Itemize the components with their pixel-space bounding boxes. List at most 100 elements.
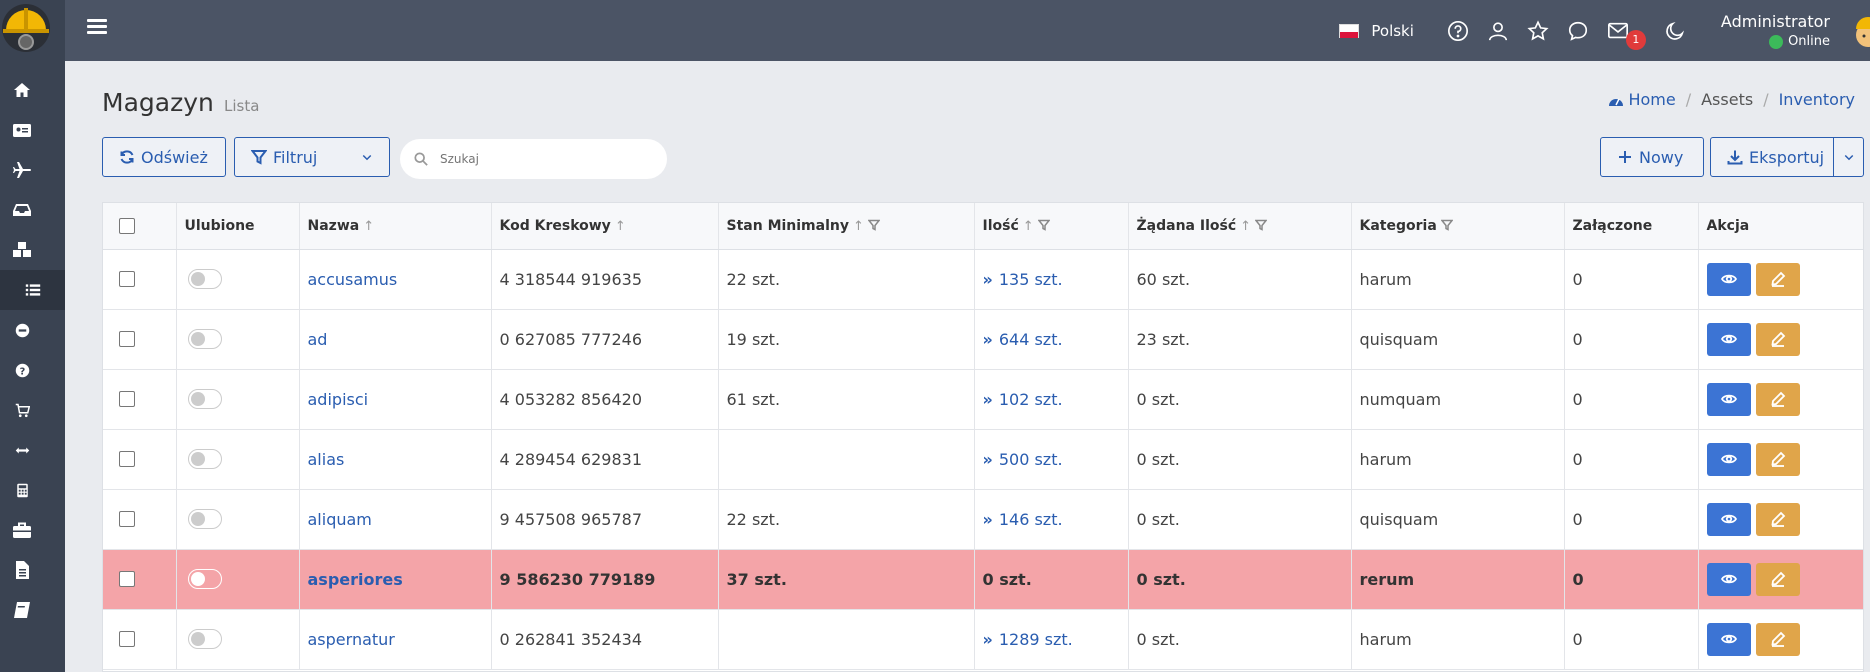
header-quantity[interactable]: Ilość ↑	[974, 203, 1129, 250]
header-min-stock[interactable]: Stan Minimalny ↑	[718, 203, 975, 250]
min-stock-cell: 61 szt.	[718, 369, 975, 430]
nav-arrows-h-icon[interactable]	[0, 430, 44, 470]
row-checkbox[interactable]	[119, 331, 135, 347]
favorite-toggle[interactable]	[187, 569, 222, 589]
view-button[interactable]	[1706, 382, 1751, 416]
nav-book-icon[interactable]	[0, 590, 44, 630]
favorite-toggle[interactable]	[187, 629, 222, 649]
nav-contacts-icon[interactable]	[0, 110, 44, 150]
select-all-checkbox[interactable]	[119, 217, 135, 234]
nav-inbox-icon[interactable]	[0, 190, 44, 230]
star-icon[interactable]	[1527, 19, 1549, 42]
favorite-toggle[interactable]	[187, 389, 222, 409]
app-logo[interactable]	[0, 0, 56, 56]
quantity-link[interactable]: » 1289 szt.	[983, 630, 1073, 649]
edit-button[interactable]	[1755, 562, 1800, 596]
refresh-button[interactable]: Odśwież	[102, 137, 226, 177]
new-button[interactable]: Nowy	[1600, 137, 1704, 177]
action-cell	[1698, 429, 1863, 490]
row-checkbox[interactable]	[119, 511, 135, 527]
sort-arrow-icon[interactable]: ↑	[363, 219, 374, 234]
quantity-link[interactable]: » 644 szt.	[983, 330, 1063, 349]
header-name[interactable]: Nazwa ↑	[299, 203, 492, 250]
nav-home-icon[interactable]	[0, 70, 44, 110]
nav-plane-icon[interactable]	[0, 150, 44, 190]
help-icon[interactable]	[1447, 20, 1469, 42]
quantity-link[interactable]: » 146 szt.	[983, 510, 1063, 529]
row-checkbox[interactable]	[119, 631, 135, 647]
edit-button[interactable]	[1755, 322, 1800, 356]
row-checkbox[interactable]	[119, 271, 135, 287]
action-cell	[1698, 249, 1863, 310]
mail-icon[interactable]: 1	[1607, 20, 1646, 50]
edit-button[interactable]	[1755, 262, 1800, 296]
row-checkbox[interactable]	[119, 571, 135, 587]
search-input[interactable]	[440, 152, 640, 166]
nav-question-icon[interactable]: ?	[0, 350, 44, 390]
export-button[interactable]: Eksportuj	[1710, 137, 1864, 177]
action-cell	[1698, 489, 1863, 550]
header-category[interactable]: Kategoria	[1351, 203, 1565, 250]
quantity-link[interactable]: » 500 szt.	[983, 450, 1063, 469]
view-button[interactable]	[1706, 442, 1751, 476]
header-barcode[interactable]: Kod Kreskowy ↑	[491, 203, 719, 250]
quantity-link[interactable]: » 135 szt.	[983, 270, 1063, 289]
row-checkbox[interactable]	[119, 391, 135, 407]
nav-calculator-icon[interactable]	[0, 470, 44, 510]
row-checkbox[interactable]	[119, 451, 135, 467]
breadcrumb-inventory[interactable]: Inventory	[1779, 90, 1855, 109]
edit-button[interactable]	[1755, 502, 1800, 536]
item-name-link[interactable]: alias	[308, 450, 345, 469]
edit-button[interactable]	[1755, 442, 1800, 476]
view-button[interactable]	[1706, 562, 1751, 596]
favorite-toggle[interactable]	[187, 269, 222, 289]
header-requested[interactable]: Żądana Ilość ↑	[1128, 203, 1352, 250]
column-filter-icon[interactable]	[1037, 219, 1051, 231]
nav-list-icon[interactable]	[0, 270, 65, 310]
eye-icon	[1720, 634, 1737, 644]
favorite-toggle[interactable]	[187, 449, 222, 469]
sort-arrow-icon[interactable]: ↑	[1023, 219, 1034, 234]
eye-icon	[1720, 514, 1737, 524]
view-button[interactable]	[1706, 322, 1751, 356]
menu-toggle-icon[interactable]	[87, 16, 107, 36]
view-button[interactable]	[1706, 262, 1751, 296]
column-filter-icon[interactable]	[867, 219, 881, 231]
user-menu[interactable]: Administrator Online	[1721, 12, 1830, 49]
item-name-link[interactable]: asperiores	[308, 570, 403, 589]
view-button[interactable]	[1706, 502, 1751, 536]
chat-icon[interactable]	[1567, 20, 1589, 42]
filter-dropdown-button[interactable]: Filtruj	[234, 137, 390, 177]
avatar[interactable]	[1850, 11, 1870, 51]
nav-minus-circle-icon[interactable]	[0, 310, 44, 350]
edit-button[interactable]	[1755, 622, 1800, 656]
nav-document-icon[interactable]	[0, 550, 44, 590]
item-name-link[interactable]: adipisci	[308, 390, 369, 409]
column-filter-icon[interactable]	[1254, 219, 1268, 231]
item-name-link[interactable]: ad	[308, 330, 328, 349]
action-cell	[1698, 609, 1863, 670]
item-name-link[interactable]: aspernatur	[308, 630, 395, 649]
view-button[interactable]	[1706, 622, 1751, 656]
sort-arrow-icon[interactable]: ↑	[853, 219, 864, 234]
breadcrumb-home[interactable]: Home	[1628, 90, 1675, 109]
nav-briefcase-icon[interactable]	[0, 510, 44, 550]
edit-button[interactable]	[1755, 382, 1800, 416]
item-name-link[interactable]: aliquam	[308, 510, 372, 529]
nav-cart-icon[interactable]	[0, 390, 44, 430]
sort-arrow-icon[interactable]: ↑	[615, 219, 626, 234]
column-filter-icon[interactable]	[1440, 219, 1454, 231]
favorite-toggle[interactable]	[187, 509, 222, 529]
breadcrumb-assets[interactable]: Assets	[1701, 90, 1753, 109]
user-icon[interactable]	[1487, 20, 1509, 42]
nav-cubes-icon[interactable]	[0, 230, 44, 270]
dark-mode-moon-icon[interactable]	[1664, 20, 1686, 42]
export-dropdown-toggle[interactable]	[1833, 138, 1863, 176]
sort-arrow-icon[interactable]: ↑	[1240, 219, 1251, 234]
language-selector[interactable]: Polski	[1339, 22, 1414, 40]
eye-icon	[1720, 454, 1737, 464]
search-box[interactable]	[400, 139, 667, 179]
favorite-toggle[interactable]	[187, 329, 222, 349]
item-name-link[interactable]: accusamus	[308, 270, 398, 289]
quantity-link[interactable]: » 102 szt.	[983, 390, 1063, 409]
